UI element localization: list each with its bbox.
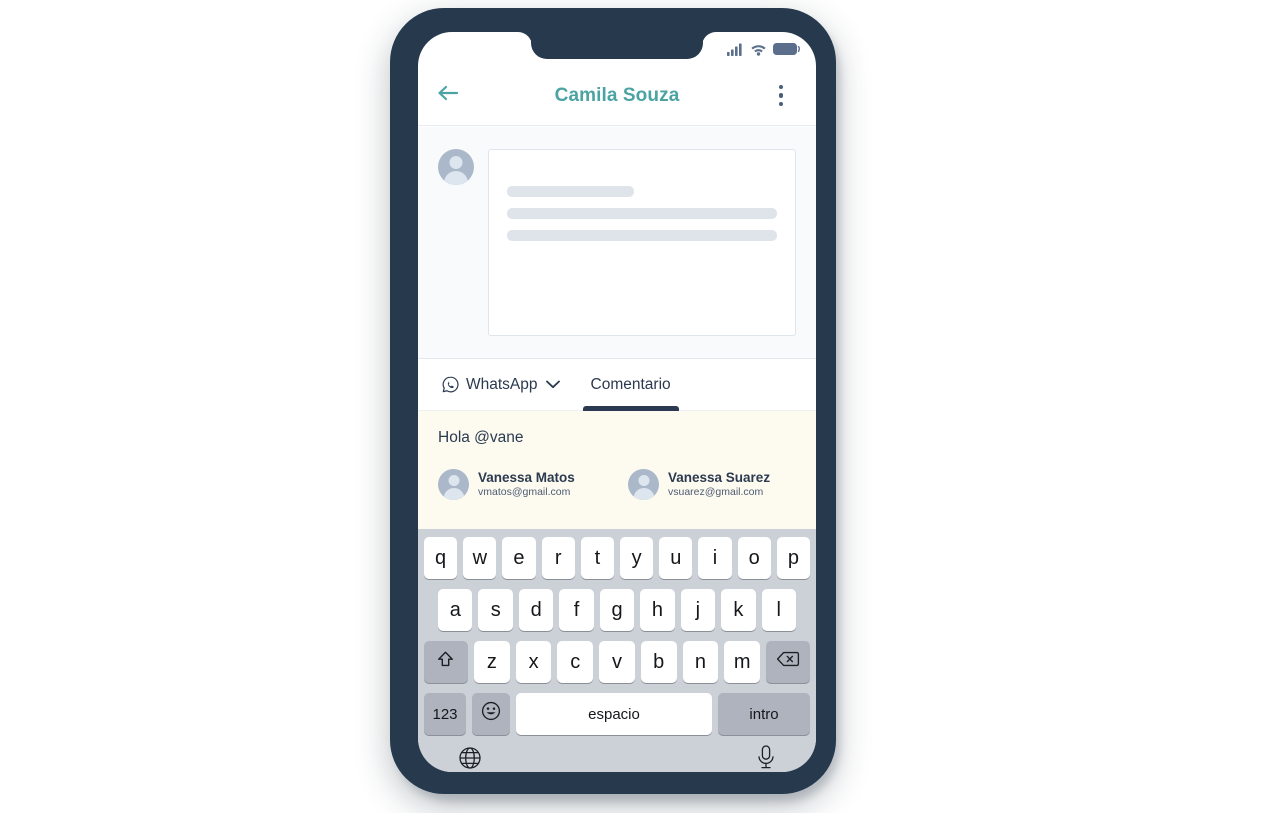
- shift-key[interactable]: [423, 641, 468, 683]
- key-q[interactable]: q: [423, 537, 458, 579]
- key-l[interactable]: l: [761, 589, 796, 631]
- tab-whatsapp[interactable]: WhatsApp: [438, 359, 565, 411]
- mention-suggestion-panel: Hola @vane Vanessa Matos vmatos@gmail.co…: [418, 411, 816, 529]
- mention-details: Vanessa Matos vmatos@gmail.com: [478, 470, 575, 500]
- mention-email: vsuarez@gmail.com: [668, 486, 764, 499]
- signal-bars-icon: [727, 43, 744, 56]
- numbers-key[interactable]: 123: [424, 693, 466, 735]
- globe-language-icon[interactable]: [457, 745, 483, 771]
- key-g[interactable]: g: [599, 589, 635, 631]
- key-u[interactable]: u: [659, 537, 693, 579]
- mention-name: Vanessa Suarez: [668, 469, 771, 485]
- menu-dot: [778, 101, 784, 107]
- tab-whatsapp-label: WhatsApp: [466, 375, 538, 393]
- battery-icon: [773, 42, 801, 56]
- key-v[interactable]: v: [599, 641, 635, 683]
- tab-comentario[interactable]: Comentario: [582, 359, 679, 411]
- emoji-key[interactable]: [472, 693, 510, 735]
- shift-up-arrow-icon: [435, 649, 456, 676]
- key-n[interactable]: n: [682, 641, 719, 683]
- key-k[interactable]: k: [721, 589, 756, 631]
- user-avatar-icon: [628, 469, 659, 500]
- key-j[interactable]: j: [680, 589, 716, 631]
- menu-dot: [778, 93, 784, 98]
- backspace-key[interactable]: [766, 641, 811, 683]
- status-bar: [418, 32, 816, 66]
- compose-input-text[interactable]: Hola @vane: [438, 429, 796, 447]
- menu-dot: [778, 84, 784, 90]
- message-preview-area: [418, 127, 816, 359]
- microphone-icon[interactable]: [755, 744, 777, 772]
- wifi-icon: [750, 43, 767, 56]
- chevron-down-icon[interactable]: [545, 379, 561, 390]
- key-c[interactable]: c: [557, 641, 594, 683]
- keyboard-row-4: 123 espacio intro: [421, 693, 813, 735]
- key-h[interactable]: h: [640, 589, 675, 631]
- message-card-skeleton: [488, 149, 796, 336]
- list-item[interactable]: Vanessa Suarez vsuarez@gmail.com: [628, 469, 796, 500]
- skeleton-line: [507, 230, 777, 241]
- mention-details: Vanessa Suarez vsuarez@gmail.com: [668, 470, 770, 500]
- whatsapp-icon: [442, 376, 459, 393]
- key-m[interactable]: m: [724, 641, 761, 683]
- enter-key[interactable]: intro: [718, 693, 810, 735]
- virtual-keyboard: q w e r t y u i o p a s d f g h j k l z …: [418, 529, 816, 772]
- page-title: Camila Souza: [554, 84, 680, 106]
- key-t[interactable]: t: [580, 537, 614, 579]
- keyboard-bottom-bar: [421, 741, 813, 772]
- key-d[interactable]: d: [518, 589, 554, 631]
- key-a[interactable]: a: [438, 589, 473, 631]
- app-header: Camila Souza: [418, 66, 816, 126]
- key-i[interactable]: i: [698, 537, 732, 579]
- key-s[interactable]: s: [478, 589, 513, 631]
- mention-email: vmatos@gmail.com: [478, 486, 571, 499]
- keyboard-row-2: a s d f g h j k l: [421, 589, 813, 631]
- key-z[interactable]: z: [473, 641, 510, 683]
- key-x[interactable]: x: [515, 641, 552, 683]
- key-f[interactable]: f: [559, 589, 594, 631]
- list-item[interactable]: Vanessa Matos vmatos@gmail.com: [438, 469, 606, 500]
- skeleton-line: [507, 186, 634, 197]
- skeleton-line: [507, 208, 777, 219]
- phone-screen: Camila Souza WhatsApp Comentario Hola @v…: [418, 32, 816, 772]
- space-key[interactable]: espacio: [516, 693, 712, 735]
- smiley-face-icon: [480, 700, 502, 728]
- back-arrow-icon: [436, 84, 460, 107]
- more-vertical-icon[interactable]: [764, 84, 798, 107]
- mention-list: Vanessa Matos vmatos@gmail.com Vanessa S…: [438, 469, 796, 500]
- key-y[interactable]: y: [620, 537, 654, 579]
- key-o[interactable]: o: [737, 537, 771, 579]
- keyboard-row-3: z x c v b n m: [421, 641, 813, 683]
- key-e[interactable]: e: [502, 537, 536, 579]
- tab-comentario-label: Comentario: [590, 375, 671, 393]
- channel-tabs: WhatsApp Comentario: [418, 359, 816, 411]
- user-avatar-icon: [438, 469, 469, 500]
- key-r[interactable]: r: [541, 537, 575, 579]
- back-button[interactable]: [436, 84, 470, 107]
- keyboard-row-1: q w e r t y u i o p: [421, 537, 813, 579]
- key-p[interactable]: p: [776, 537, 811, 579]
- key-w[interactable]: w: [463, 537, 497, 579]
- backspace-delete-icon: [776, 650, 800, 674]
- user-avatar-icon: [438, 149, 474, 185]
- mention-name: Vanessa Matos: [478, 469, 575, 485]
- key-b[interactable]: b: [640, 641, 677, 683]
